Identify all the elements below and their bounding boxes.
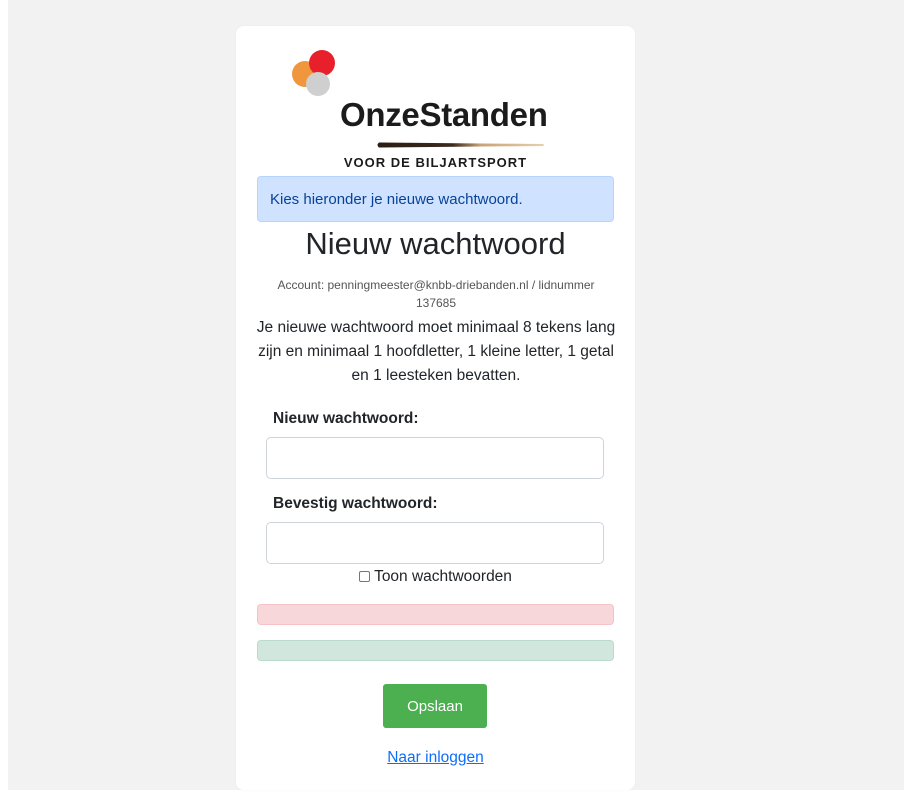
confirm-password-input[interactable] — [266, 522, 604, 564]
error-alert — [257, 604, 614, 625]
password-rules: Je nieuwe wachtwoord moet minimaal 8 tek… — [256, 319, 616, 384]
show-passwords-row[interactable]: Toon wachtwoorden — [236, 566, 635, 588]
page-title: Nieuw wachtwoord — [305, 226, 566, 261]
login-link-row: Naar inloggen — [236, 747, 635, 769]
success-alert — [257, 640, 614, 661]
show-passwords-label[interactable]: Toon wachtwoorden — [374, 568, 512, 585]
account-info: Account: penningmeester@knbb-driebanden.… — [277, 278, 595, 310]
cue-stick-icon — [377, 142, 544, 148]
show-passwords-checkbox[interactable] — [359, 571, 371, 582]
login-link[interactable]: Naar inloggen — [387, 749, 484, 766]
brand-name: OnzeStanden — [340, 96, 548, 133]
reset-password-card: OnzeStanden VOOR DE BILJARTSPORT Kies hi… — [236, 26, 635, 790]
onzestanden-logo: OnzeStanden VOOR DE BILJARTSPORT — [236, 50, 635, 174]
confirm-password-label: Bevestig wachtwoord: — [273, 495, 438, 512]
billiard-balls-icon — [292, 50, 335, 96]
new-password-input[interactable] — [266, 437, 604, 479]
info-alert: Kies hieronder je nieuwe wachtwoord. — [257, 176, 614, 222]
page-bottom-edge — [0, 790, 904, 795]
brand-tagline: VOOR DE BILJARTSPORT — [343, 155, 528, 170]
new-password-label: Nieuw wachtwoord: — [273, 410, 419, 427]
save-button[interactable]: Opslaan — [383, 684, 487, 728]
page-edge — [0, 0, 8, 795]
